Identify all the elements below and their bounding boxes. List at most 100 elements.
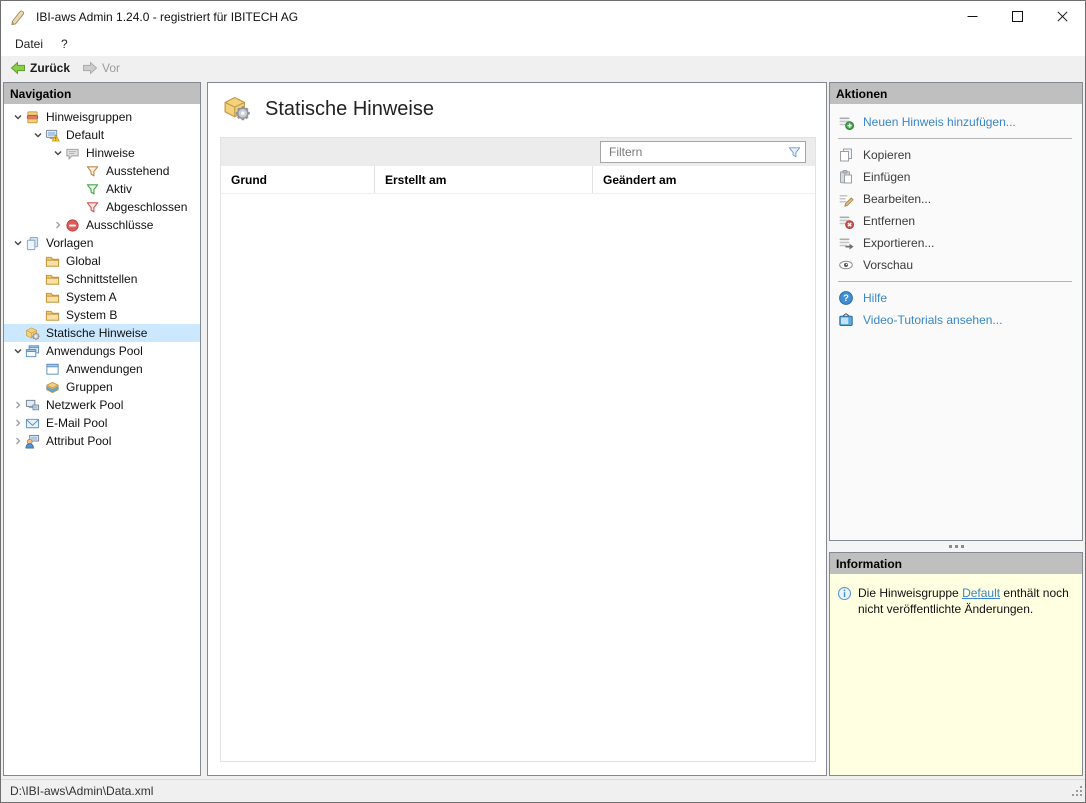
menu-help[interactable]: ? xyxy=(52,33,77,55)
action-video-tutorials-ansehen[interactable]: Video-Tutorials ansehen... xyxy=(838,309,1074,331)
chevron-down-icon[interactable] xyxy=(30,128,45,142)
filter-active-icon xyxy=(85,181,104,197)
tree-item-anwendungen[interactable]: Anwendungen xyxy=(4,360,200,378)
minimize-icon xyxy=(967,16,978,17)
actions-panel: Aktionen Neuen Hinweis hinzufügen... Kopi… xyxy=(829,82,1083,541)
panel-splitter-handle[interactable] xyxy=(829,541,1083,552)
chevron-down-icon[interactable] xyxy=(10,344,25,358)
tree-item-gruppen[interactable]: Gruppen xyxy=(4,378,200,396)
tree-item-label: Aktiv xyxy=(106,182,133,196)
navigation-tree: Hinweisgruppen Default Hinweise Ausstehend A… xyxy=(4,104,200,775)
action-label: Vorschau xyxy=(863,258,914,272)
filter-funnel-icon[interactable] xyxy=(783,145,805,160)
email-pool-icon xyxy=(25,415,44,431)
tree-item-anwendungs-pool[interactable]: Anwendungs Pool xyxy=(4,342,200,360)
tree-item-system-b[interactable]: System B xyxy=(4,306,200,324)
action-neuen-hinweis-hinzufugen[interactable]: Neuen Hinweis hinzufügen... xyxy=(838,111,1074,133)
tree-item-label: Hinweisgruppen xyxy=(46,110,133,124)
action-label: Hilfe xyxy=(863,291,888,305)
action-label: Bearbeiten... xyxy=(863,192,932,206)
chevron-down-icon[interactable] xyxy=(10,236,25,250)
tree-item-schnittstellen[interactable]: Schnittstellen xyxy=(4,270,200,288)
notices-table: Grund Erstellt am Geändert am xyxy=(220,137,816,762)
tree-item-system-a[interactable]: System A xyxy=(4,288,200,306)
action-hilfe[interactable]: ? Hilfe xyxy=(838,287,1074,309)
minimize-button[interactable] xyxy=(950,1,995,32)
chevron-down-icon[interactable] xyxy=(50,146,65,160)
column-header-grund[interactable]: Grund xyxy=(221,166,374,193)
column-header-erstellt-am[interactable]: Erstellt am xyxy=(374,166,592,193)
notices-icon xyxy=(65,145,84,161)
action-label: Kopieren xyxy=(863,148,912,162)
forward-button[interactable]: Vor xyxy=(77,58,125,78)
filter-input[interactable] xyxy=(601,145,783,159)
chevron-right-icon[interactable] xyxy=(10,434,25,448)
attribute-pool-icon xyxy=(25,433,44,449)
tree-item-hinweisgruppen[interactable]: Hinweisgruppen xyxy=(4,108,200,126)
tree-item-label: Global xyxy=(66,254,101,268)
back-arrow-icon xyxy=(10,61,25,75)
menu-datei[interactable]: Datei xyxy=(6,33,52,55)
toolbar: Zurück Vor xyxy=(1,56,1085,80)
action-kopieren[interactable]: Kopieren xyxy=(838,144,1074,166)
main-panel: Statische Hinweise Grund Erstellt am Geä… xyxy=(207,82,827,776)
action-vorschau[interactable]: Vorschau xyxy=(838,254,1074,276)
action-einfugen[interactable]: Einfügen xyxy=(838,166,1074,188)
application-icon xyxy=(45,361,64,377)
folder-icon xyxy=(45,307,64,323)
column-header-geaendert-am[interactable]: Geändert am xyxy=(592,166,815,193)
table-header-row: Grund Erstellt am Geändert am xyxy=(221,166,815,194)
page-title: Statische Hinweise xyxy=(265,98,434,120)
menu-bar: Datei ? xyxy=(1,32,1085,56)
tree-item-ausschlusse[interactable]: Ausschlüsse xyxy=(4,216,200,234)
tree-item-attribut-pool[interactable]: Attribut Pool xyxy=(4,432,200,450)
info-icon xyxy=(837,586,852,604)
chevron-right-icon[interactable] xyxy=(10,416,25,430)
action-bearbeiten[interactable]: Bearbeiten... xyxy=(838,188,1074,210)
resize-grip[interactable] xyxy=(1071,785,1083,800)
forward-arrow-icon xyxy=(83,61,98,75)
tree-item-hinweise[interactable]: Hinweise xyxy=(4,144,200,162)
action-label: Exportieren... xyxy=(863,236,935,250)
tree-item-e-mail-pool[interactable]: E-Mail Pool xyxy=(4,414,200,432)
templates-icon xyxy=(25,235,44,251)
exclusions-icon xyxy=(65,217,84,233)
actions-separator xyxy=(838,138,1072,139)
tree-item-label: Anwendungen xyxy=(66,362,143,376)
action-exportieren[interactable]: Exportieren... xyxy=(838,232,1074,254)
chevron-right-icon[interactable] xyxy=(50,218,65,232)
back-button[interactable]: Zurück xyxy=(5,58,75,78)
tree-item-ausstehend[interactable]: Ausstehend xyxy=(4,162,200,180)
filter-completed-icon xyxy=(85,199,104,215)
maximize-button[interactable] xyxy=(995,1,1040,32)
tree-item-statische-hinweise[interactable]: Statische Hinweise xyxy=(4,324,200,342)
chevron-down-icon[interactable] xyxy=(10,110,25,124)
close-button[interactable] xyxy=(1040,1,1085,32)
export-icon xyxy=(838,235,854,251)
navigation-header: Navigation xyxy=(4,83,200,104)
tree-item-aktiv[interactable]: Aktiv xyxy=(4,180,200,198)
chevron-right-icon[interactable] xyxy=(10,398,25,412)
tree-item-default[interactable]: Default xyxy=(4,126,200,144)
tree-item-label: Statische Hinweise xyxy=(46,326,148,340)
main-header: Statische Hinweise xyxy=(208,83,826,125)
default-group-link[interactable]: Default xyxy=(962,586,1000,600)
action-label: Neuen Hinweis hinzufügen... xyxy=(863,115,1016,129)
tree-item-label: System A xyxy=(66,290,117,304)
tree-item-global[interactable]: Global xyxy=(4,252,200,270)
tree-item-label: Abgeschlossen xyxy=(106,200,188,214)
action-label: Video-Tutorials ansehen... xyxy=(863,313,1003,327)
tree-item-vorlagen[interactable]: Vorlagen xyxy=(4,234,200,252)
action-entfernen[interactable]: Entfernen xyxy=(838,210,1074,232)
tree-item-netzwerk-pool[interactable]: Netzwerk Pool xyxy=(4,396,200,414)
window-title: IBI-aws Admin 1.24.0 - registriert für I… xyxy=(36,9,299,24)
actions-separator xyxy=(838,281,1072,282)
folder-icon xyxy=(45,271,64,287)
tree-item-abgeschlossen[interactable]: Abgeschlossen xyxy=(4,198,200,216)
tree-item-label: Attribut Pool xyxy=(46,434,112,448)
action-label: Entfernen xyxy=(863,214,916,228)
notice-group-warning-icon xyxy=(45,127,64,143)
